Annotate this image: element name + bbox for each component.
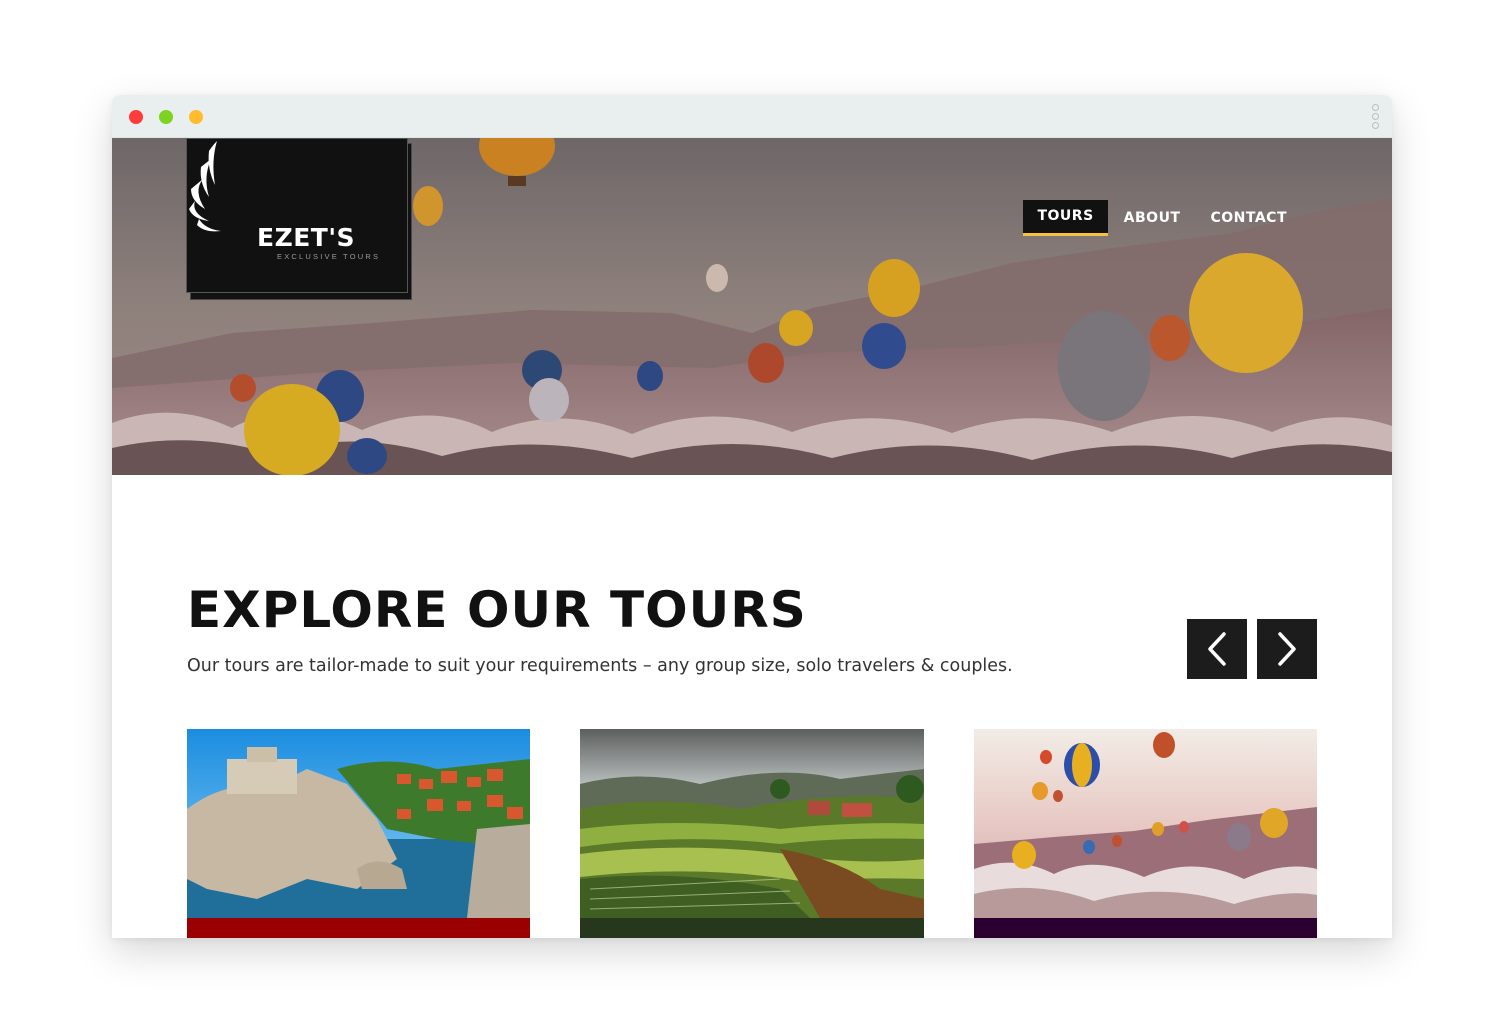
tours-section: EXPLORE OUR TOURS Our tours are tailor-m… <box>112 475 1392 938</box>
minimize-window-button[interactable] <box>159 110 173 124</box>
carousel-prev-button[interactable] <box>1187 619 1247 679</box>
more-options-icon[interactable] <box>1370 104 1380 130</box>
nav-item-tours[interactable]: TOURS <box>1023 200 1108 236</box>
browser-window: EZET'S EXCLUSIVE TOURS TOURS ABOUT CONTA… <box>112 95 1392 938</box>
wing-logo-icon <box>189 141 221 232</box>
chevron-left-icon <box>1208 632 1226 666</box>
tour-card-accent-bar <box>580 918 924 938</box>
maximize-window-button[interactable] <box>189 110 203 124</box>
nav-item-about[interactable]: ABOUT <box>1110 202 1195 235</box>
tour-image-coastal-fortress <box>187 729 530 918</box>
main-navigation: TOURS ABOUT CONTACT <box>1021 200 1301 236</box>
nav-item-contact[interactable]: CONTACT <box>1196 202 1301 235</box>
tour-card-accent-bar <box>974 918 1317 938</box>
page-title: EXPLORE OUR TOURS <box>187 581 807 639</box>
brand-logo[interactable]: EZET'S EXCLUSIVE TOURS <box>186 138 408 293</box>
tour-image-hot-air-balloons <box>974 729 1317 918</box>
close-window-button[interactable] <box>129 110 143 124</box>
brand-name: EZET'S <box>257 223 355 252</box>
window-titlebar <box>112 95 1392 138</box>
tour-card-coastal-fortress[interactable] <box>187 729 530 938</box>
carousel-next-button[interactable] <box>1257 619 1317 679</box>
tour-card-rice-terraces[interactable] <box>580 729 924 938</box>
hero-banner: EZET'S EXCLUSIVE TOURS TOURS ABOUT CONTA… <box>112 138 1392 475</box>
chevron-right-icon <box>1278 632 1296 666</box>
tour-card-accent-bar <box>187 918 530 938</box>
brand-tagline: EXCLUSIVE TOURS <box>277 252 381 261</box>
tour-image-rice-terraces <box>580 729 924 918</box>
page-subtitle: Our tours are tailor-made to suit your r… <box>187 656 1013 676</box>
tour-card-hot-air-balloons[interactable] <box>974 729 1317 938</box>
